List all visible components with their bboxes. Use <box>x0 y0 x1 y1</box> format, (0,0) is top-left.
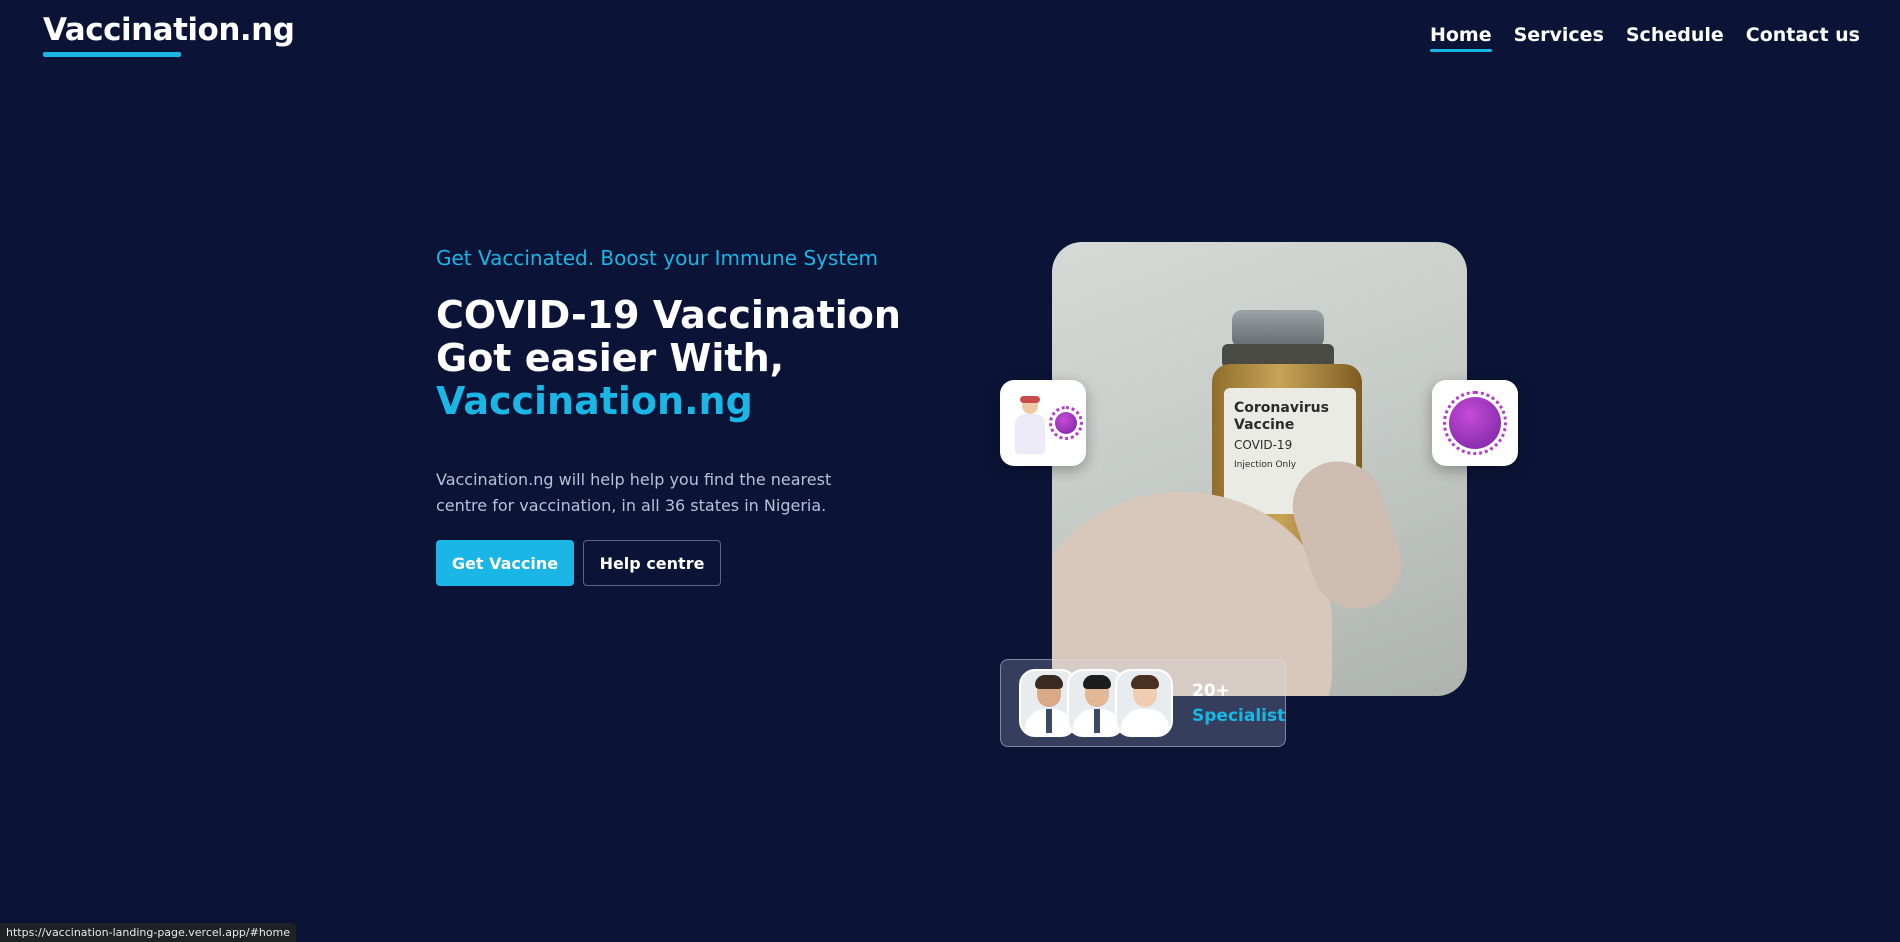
vial-label-line-1: Coronavirus <box>1234 400 1329 416</box>
hero-description: Vaccination.ng will help help you find t… <box>436 470 832 515</box>
virus-icon <box>1443 391 1507 455</box>
specialist-avatar <box>1115 669 1173 737</box>
logo-underline <box>43 52 181 57</box>
avatar-tie <box>1094 709 1100 733</box>
nav-contact-link[interactable]: Contact us <box>1746 24 1860 52</box>
headline-line-1: COVID-19 Vaccination <box>436 293 901 337</box>
virus-card <box>1432 380 1518 466</box>
status-bar-url: https://vaccination-landing-page.vercel.… <box>0 923 297 942</box>
avatar-hair <box>1083 675 1111 689</box>
headline-line-2: Got easier With, <box>436 336 785 380</box>
doctor-virus-card <box>1000 380 1086 466</box>
specialists-card: 20+ Specialist <box>1000 659 1286 747</box>
vial-cap <box>1232 310 1324 348</box>
doctor-body <box>1015 414 1045 454</box>
help-centre-button[interactable]: Help centre <box>583 540 721 586</box>
vial-label-line-3: COVID-19 <box>1234 438 1293 452</box>
doctor-illustration-icon <box>1010 396 1050 456</box>
nav-schedule-link[interactable]: Schedule <box>1626 24 1724 52</box>
avatar-tie <box>1046 709 1052 733</box>
specialist-label: Specialist <box>1192 706 1286 726</box>
specialist-count: 20+ <box>1192 681 1230 701</box>
nav-services-link[interactable]: Services <box>1514 24 1604 52</box>
vial-label-line-2: Vaccine <box>1234 417 1295 433</box>
hero-headline: COVID-19 Vaccination Got easier With, Va… <box>436 294 956 423</box>
headline-brand: Vaccination.ng <box>436 379 753 423</box>
hero-tagline: Get Vaccinated. Boost your Immune System <box>436 246 879 270</box>
vaccine-vial-image: Coronavirus Vaccine COVID-19 Injection O… <box>1052 242 1467 696</box>
avatar-hair <box>1035 675 1063 689</box>
avatar-hair <box>1131 675 1159 689</box>
get-vaccine-button[interactable]: Get Vaccine <box>436 540 574 586</box>
main-nav: Home Services Schedule Contact us <box>1429 24 1860 52</box>
doctor-cap <box>1020 396 1040 403</box>
avatar-coat <box>1121 709 1169 735</box>
nav-home-link[interactable]: Home <box>1429 24 1492 52</box>
site-logo[interactable]: Vaccination.ng <box>43 12 295 48</box>
virus-icon <box>1049 406 1083 440</box>
